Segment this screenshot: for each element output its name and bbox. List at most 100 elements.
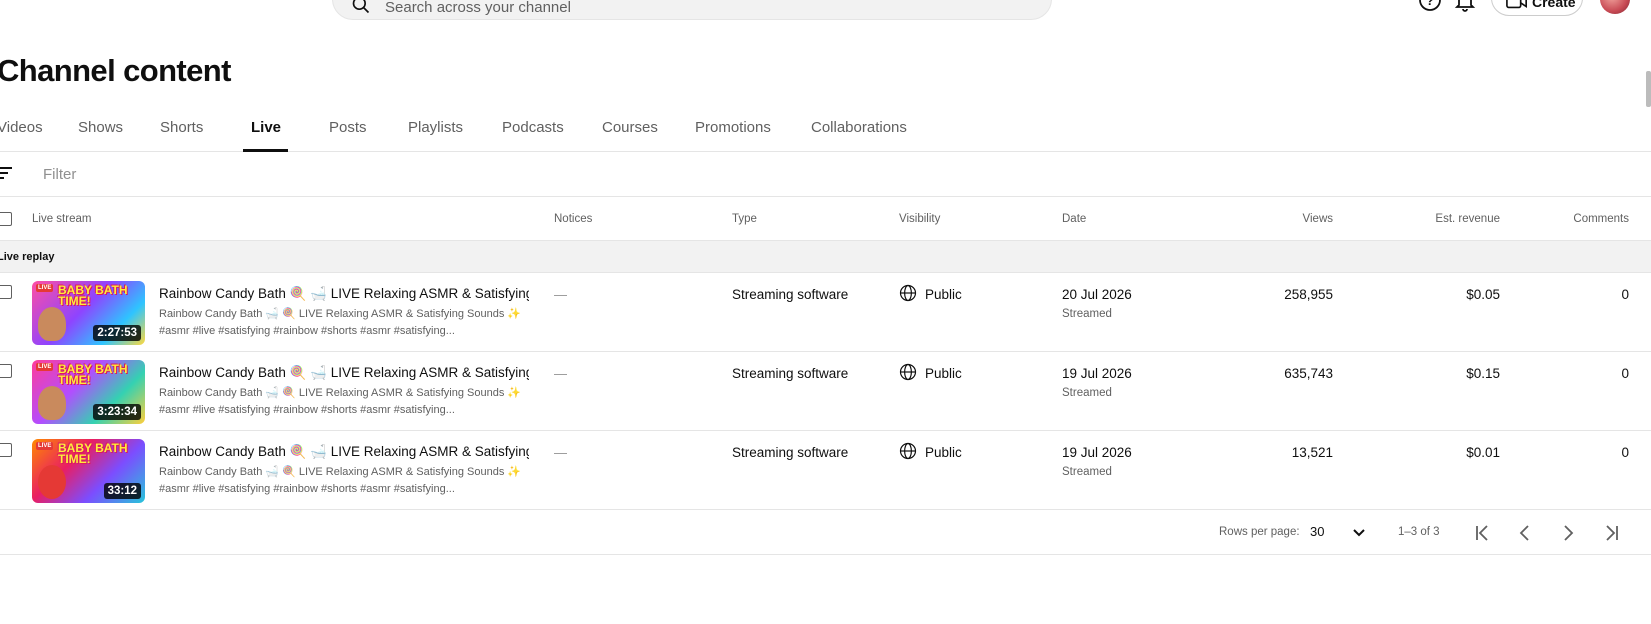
views-cell: 635,743: [1284, 366, 1333, 381]
live-badge: LIVE: [36, 284, 54, 292]
create-video-icon: [1506, 0, 1527, 9]
globe-icon: [899, 442, 917, 460]
live-badge: LIVE: [36, 363, 54, 371]
search-icon: [352, 0, 370, 14]
group-header: Live replay: [0, 241, 1651, 273]
comments-cell: 0: [1621, 287, 1629, 302]
pagination: Rows per page: 30 1–3 of 3: [0, 510, 1651, 555]
visibility-dropdown[interactable]: Public: [925, 445, 962, 460]
thumbnail-text: BABY BATH TIME!: [58, 441, 128, 466]
duration-badge: 3:23:34: [93, 404, 141, 420]
duration-badge: 2:27:53: [93, 325, 141, 341]
notices-cell: —: [554, 287, 567, 302]
type-cell: Streaming software: [732, 366, 849, 381]
tab-courses[interactable]: Courses: [602, 119, 658, 136]
tab-videos[interactable]: Videos: [0, 119, 43, 136]
table-row[interactable]: LIVE BABY BATH TIME! 3:23:34 Rainbow Can…: [0, 352, 1651, 431]
col-comments[interactable]: Comments: [1573, 213, 1629, 225]
video-title[interactable]: Rainbow Candy Bath 🍭 🛁 LIVE Relaxing ASM…: [159, 444, 529, 460]
next-page-icon[interactable]: [1557, 522, 1579, 544]
col-live-stream: Live stream: [32, 213, 92, 225]
type-cell: Streaming software: [732, 287, 849, 302]
scrollbar[interactable]: [1646, 71, 1651, 107]
col-visibility: Visibility: [899, 213, 941, 225]
video-thumbnail[interactable]: LIVE BABY BATH TIME! 3:23:34: [32, 360, 145, 424]
description-line: Rainbow Candy Bath 🛁 🍭 LIVE Relaxing ASM…: [159, 387, 522, 399]
video-thumbnail[interactable]: LIVE BABY BATH TIME! 33:12: [32, 439, 145, 503]
create-button[interactable]: Create: [1491, 0, 1583, 16]
type-cell: Streaming software: [732, 445, 849, 460]
date-cell: 20 Jul 2026: [1062, 287, 1132, 302]
filter-bar[interactable]: Filter: [0, 152, 1651, 197]
visibility-dropdown[interactable]: Public: [925, 366, 962, 381]
date-cell: 19 Jul 2026: [1062, 366, 1132, 381]
video-thumbnail[interactable]: LIVE BABY BATH TIME! 2:27:53: [32, 281, 145, 345]
globe-icon: [899, 284, 917, 302]
tab-shows[interactable]: Shows: [78, 119, 123, 136]
notices-cell: —: [554, 366, 567, 381]
duration-badge: 33:12: [103, 483, 141, 499]
date-status: Streamed: [1062, 308, 1112, 320]
tab-shorts[interactable]: Shorts: [160, 119, 203, 136]
content-tabs: Videos Shows Shorts Live Posts Playlists…: [0, 108, 1651, 152]
tab-podcasts[interactable]: Podcasts: [502, 119, 564, 136]
live-badge: LIVE: [36, 442, 54, 450]
create-label: Create: [1532, 0, 1576, 10]
avatar[interactable]: [1600, 0, 1630, 14]
select-all-checkbox[interactable]: [0, 212, 12, 226]
svg-text:?: ?: [1426, 0, 1434, 8]
col-revenue[interactable]: Est. revenue: [1435, 213, 1500, 225]
thumbnail-text: BABY BATH TIME!: [58, 283, 128, 308]
description-line: #asmr #live #satisfying #rainbow #shorts…: [159, 404, 455, 416]
date-status: Streamed: [1062, 466, 1112, 478]
comments-cell: 0: [1621, 366, 1629, 381]
last-page-icon[interactable]: [1600, 522, 1622, 544]
thumbnail-face: [38, 465, 66, 499]
table-row[interactable]: LIVE BABY BATH TIME! 33:12 Rainbow Candy…: [0, 431, 1651, 510]
chevron-down-icon[interactable]: [1351, 525, 1367, 541]
page-range: 1–3 of 3: [1398, 526, 1440, 538]
bell-icon[interactable]: [1453, 0, 1477, 12]
description-line: #asmr #live #satisfying #rainbow #shorts…: [159, 325, 455, 337]
rows-per-page-select[interactable]: 30: [1310, 524, 1324, 539]
thumbnail-face: [38, 307, 66, 341]
views-cell: 258,955: [1284, 287, 1333, 302]
row-checkbox[interactable]: [0, 364, 12, 378]
comments-cell: 0: [1621, 445, 1629, 460]
help-icon[interactable]: ?: [1418, 0, 1442, 12]
first-page-icon[interactable]: [1472, 522, 1494, 544]
video-title[interactable]: Rainbow Candy Bath 🍭 🛁 LIVE Relaxing ASM…: [159, 365, 529, 381]
video-description: Rainbow Candy Bath 🛁 🍭 LIVE Relaxing ASM…: [159, 385, 529, 419]
filter-input[interactable]: Filter: [43, 166, 76, 183]
filter-icon[interactable]: [0, 166, 14, 180]
globe-icon: [899, 363, 917, 381]
col-notices: Notices: [554, 213, 593, 225]
search-input[interactable]: Search across your channel: [385, 0, 571, 16]
group-label: Live replay: [0, 251, 55, 263]
col-views[interactable]: Views: [1303, 213, 1333, 225]
page-title: Channel content: [0, 53, 231, 88]
tab-live[interactable]: Live: [251, 119, 281, 136]
tab-collaborations[interactable]: Collaborations: [811, 119, 907, 136]
thumbnail-face: [38, 386, 66, 420]
date-cell: 19 Jul 2026: [1062, 445, 1132, 460]
prev-page-icon[interactable]: [1514, 522, 1536, 544]
video-title[interactable]: Rainbow Candy Bath 🍭 🛁 LIVE Relaxing ASM…: [159, 286, 529, 302]
description-line: Rainbow Candy Bath 🛁 🍭 LIVE Relaxing ASM…: [159, 308, 522, 320]
date-status: Streamed: [1062, 387, 1112, 399]
tab-promotions[interactable]: Promotions: [695, 119, 771, 136]
table-row[interactable]: LIVE BABY BATH TIME! 2:27:53 Rainbow Can…: [0, 273, 1651, 352]
views-cell: 13,521: [1291, 445, 1333, 460]
visibility-dropdown[interactable]: Public: [925, 287, 962, 302]
tab-playlists[interactable]: Playlists: [408, 119, 463, 136]
row-checkbox[interactable]: [0, 443, 12, 457]
rows-per-page-label: Rows per page:: [1219, 526, 1300, 538]
search-bar[interactable]: Search across your channel: [332, 0, 1052, 20]
col-date: Date: [1062, 213, 1087, 225]
revenue-cell: $0.01: [1466, 445, 1500, 460]
description-line: #asmr #live #satisfying #rainbow #shorts…: [159, 483, 455, 495]
description-line: Rainbow Candy Bath 🛁 🍭 LIVE Relaxing ASM…: [159, 466, 522, 478]
tab-posts[interactable]: Posts: [329, 119, 367, 136]
row-checkbox[interactable]: [0, 285, 12, 299]
revenue-cell: $0.05: [1466, 287, 1500, 302]
